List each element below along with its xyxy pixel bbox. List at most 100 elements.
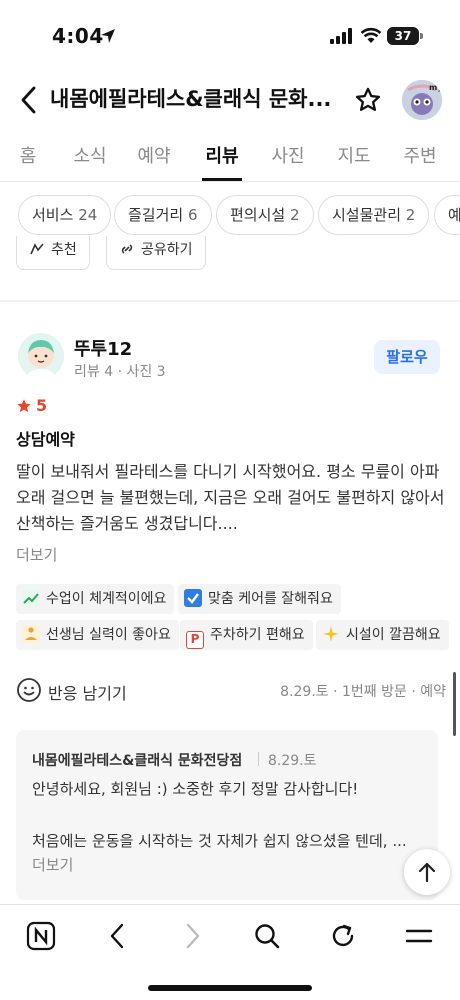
refresh-icon <box>332 924 354 947</box>
location-arrow-icon <box>101 29 115 43</box>
keyword-label: 시설이 깔끔해요 <box>346 627 441 643</box>
owner-reply-box: 내몸에필라테스&클래식 문화전당점 8.29.토 안녕하세요, 회원님 :) 소… <box>16 730 438 900</box>
keyword-label: 맞춤 케어를 잘해줘요 <box>208 591 333 607</box>
status-bar: 4:04 37 <box>0 0 460 72</box>
tab-reservation[interactable]: 예약 <box>134 128 174 181</box>
save-favorite-button[interactable] <box>352 84 384 116</box>
battery-level: 37 <box>387 27 419 45</box>
keyword-tag: P 주차하기 편해요 <box>180 620 313 650</box>
cellular-signal-icon <box>330 28 352 44</box>
chip-count: 24 <box>78 206 98 224</box>
filter-chip-more[interactable]: 예 <box>434 195 460 235</box>
browser-forward-button[interactable] <box>176 919 210 953</box>
scrollbar[interactable] <box>453 672 456 736</box>
my-profile-avatar[interactable]: my <box>402 80 442 120</box>
owner-reply-text-continued: 처음에는 운동을 시작하는 것 자체가 쉽지 않으셨을 텐데, ... <box>32 832 407 850</box>
search-button[interactable] <box>250 919 284 953</box>
place-tabs: 홈 소식 예약 리뷰 사진 지도 주변 <box>0 128 460 182</box>
reviewer-avatar[interactable] <box>18 333 64 379</box>
visit-info: 8.29.토 · 1번째 방문 · 예약 <box>280 684 446 700</box>
tab-map[interactable]: 지도 <box>334 128 374 181</box>
tab-news[interactable]: 소식 <box>70 128 110 181</box>
tab-home[interactable]: 홈 <box>18 128 38 181</box>
leave-reaction-button[interactable]: 반응 남기기 <box>48 680 127 704</box>
scroll-to-top-button[interactable] <box>404 849 450 895</box>
visit-type: 상담예약 <box>16 430 75 449</box>
status-time: 4:04 <box>52 24 104 48</box>
filter-chip-service[interactable]: 서비스 24 <box>18 195 112 235</box>
keyword-tag: 시설이 깔끔해요 <box>316 620 449 650</box>
tab-photos[interactable]: 사진 <box>268 128 308 181</box>
check-box-icon <box>184 589 202 607</box>
chevron-left-icon <box>21 86 36 114</box>
star-filled-icon <box>17 398 31 412</box>
chip-count: 6 <box>187 206 198 224</box>
browser-back-button[interactable] <box>100 919 134 953</box>
keyword-label: 수업이 체계적이에요 <box>46 591 167 607</box>
arrow-up-icon <box>418 862 436 883</box>
review-text[interactable]: 딸이 보내줘서 필라테스를 다니기 시작했어요. 평소 무릎이 아파 오래 걸으… <box>16 459 446 537</box>
hamburger-menu-icon <box>405 929 433 943</box>
owner-reply-separator <box>258 752 259 766</box>
smile-icon[interactable] <box>16 677 42 703</box>
share-icon <box>121 244 133 254</box>
page-title: 내몸에필라테스&클래식 문화... <box>50 87 332 111</box>
home-indicator <box>148 985 312 991</box>
chip-label: 서비스 <box>32 206 74 224</box>
recommend-label: 추천 <box>51 242 77 258</box>
parking-icon: P <box>186 631 204 649</box>
owner-name: 내몸에필라테스&클래식 문화전당점 <box>32 753 243 769</box>
chip-label: 즐길거리 <box>128 206 184 224</box>
keyword-label: 선생님 실력이 좋아요 <box>46 627 171 643</box>
review-keyword-filters: 서비스 24 즐길거리 6 편의시설 2 시설물관리 2 예 <box>0 192 460 240</box>
tab-reviews[interactable]: 리뷰 <box>202 128 242 181</box>
search-icon <box>255 924 280 949</box>
recommend-icon <box>30 243 44 255</box>
keyword-label: 주차하기 편해요 <box>210 627 305 643</box>
owner-reply-date: 8.29.토 <box>268 753 317 769</box>
filter-chip-fun[interactable]: 즐길거리 6 <box>114 195 212 235</box>
previous-review-actions: 추천 공유하기 <box>0 236 460 272</box>
back-button[interactable] <box>12 84 44 116</box>
chip-count: 2 <box>289 206 300 224</box>
battery-tip <box>420 33 423 39</box>
share-label: 공유하기 <box>141 242 193 258</box>
chart-up-icon <box>22 589 40 607</box>
top-header: 내몸에필라테스&클래식 문화... my <box>0 72 460 128</box>
review-more-link[interactable]: 더보기 <box>16 544 57 565</box>
star-outline-icon <box>355 87 381 111</box>
chip-label: 시설물관리 <box>332 206 402 224</box>
menu-button[interactable] <box>402 919 436 953</box>
keyword-tag: 선생님 실력이 좋아요 <box>16 620 179 650</box>
chevron-left-icon <box>110 923 124 949</box>
section-divider <box>0 300 460 302</box>
rating-value: 5 <box>36 396 48 415</box>
chip-count: 2 <box>405 206 416 224</box>
chip-label: 예 <box>448 206 460 224</box>
keyword-tag: 수업이 체계적이에요 <box>16 584 175 614</box>
naver-logo-icon <box>26 921 56 951</box>
svg-text:my: my <box>429 83 442 92</box>
meditation-icon <box>22 625 40 643</box>
reviewer-stats: 리뷰 4 · 사진 3 <box>74 364 166 380</box>
tab-nearby[interactable]: 주변 <box>400 128 440 181</box>
chevron-right-icon <box>186 923 200 949</box>
follow-button[interactable]: 팔로우 <box>374 340 440 374</box>
reviewer-avatar-image <box>18 333 64 379</box>
refresh-button[interactable] <box>326 919 360 953</box>
review-rating: 5 <box>16 396 47 415</box>
reaction-row: 반응 남기기 8.29.토 · 1번째 방문 · 예약 <box>16 676 446 704</box>
wifi-icon <box>360 28 382 43</box>
chip-label: 편의시설 <box>230 206 286 224</box>
share-button[interactable]: 공유하기 <box>106 236 206 270</box>
filter-chip-amenities[interactable]: 편의시설 2 <box>216 195 314 235</box>
owner-reply-more-link[interactable]: 더보기 <box>32 854 73 875</box>
keyword-tag: 맞춤 케어를 잘해줘요 <box>178 584 341 614</box>
naver-home-button[interactable] <box>24 919 58 953</box>
filter-chip-facility[interactable]: 시설물관리 2 <box>318 195 430 235</box>
bottom-toolbar <box>0 904 460 1000</box>
reviewer-name[interactable]: 뚜투12 <box>74 335 132 361</box>
recommend-button[interactable]: 추천 <box>16 236 90 270</box>
sparkles-icon <box>322 625 340 643</box>
owner-reply-text: 안녕하세요, 회원님 :) 소중한 후기 정말 감사합니다! <box>32 780 359 798</box>
